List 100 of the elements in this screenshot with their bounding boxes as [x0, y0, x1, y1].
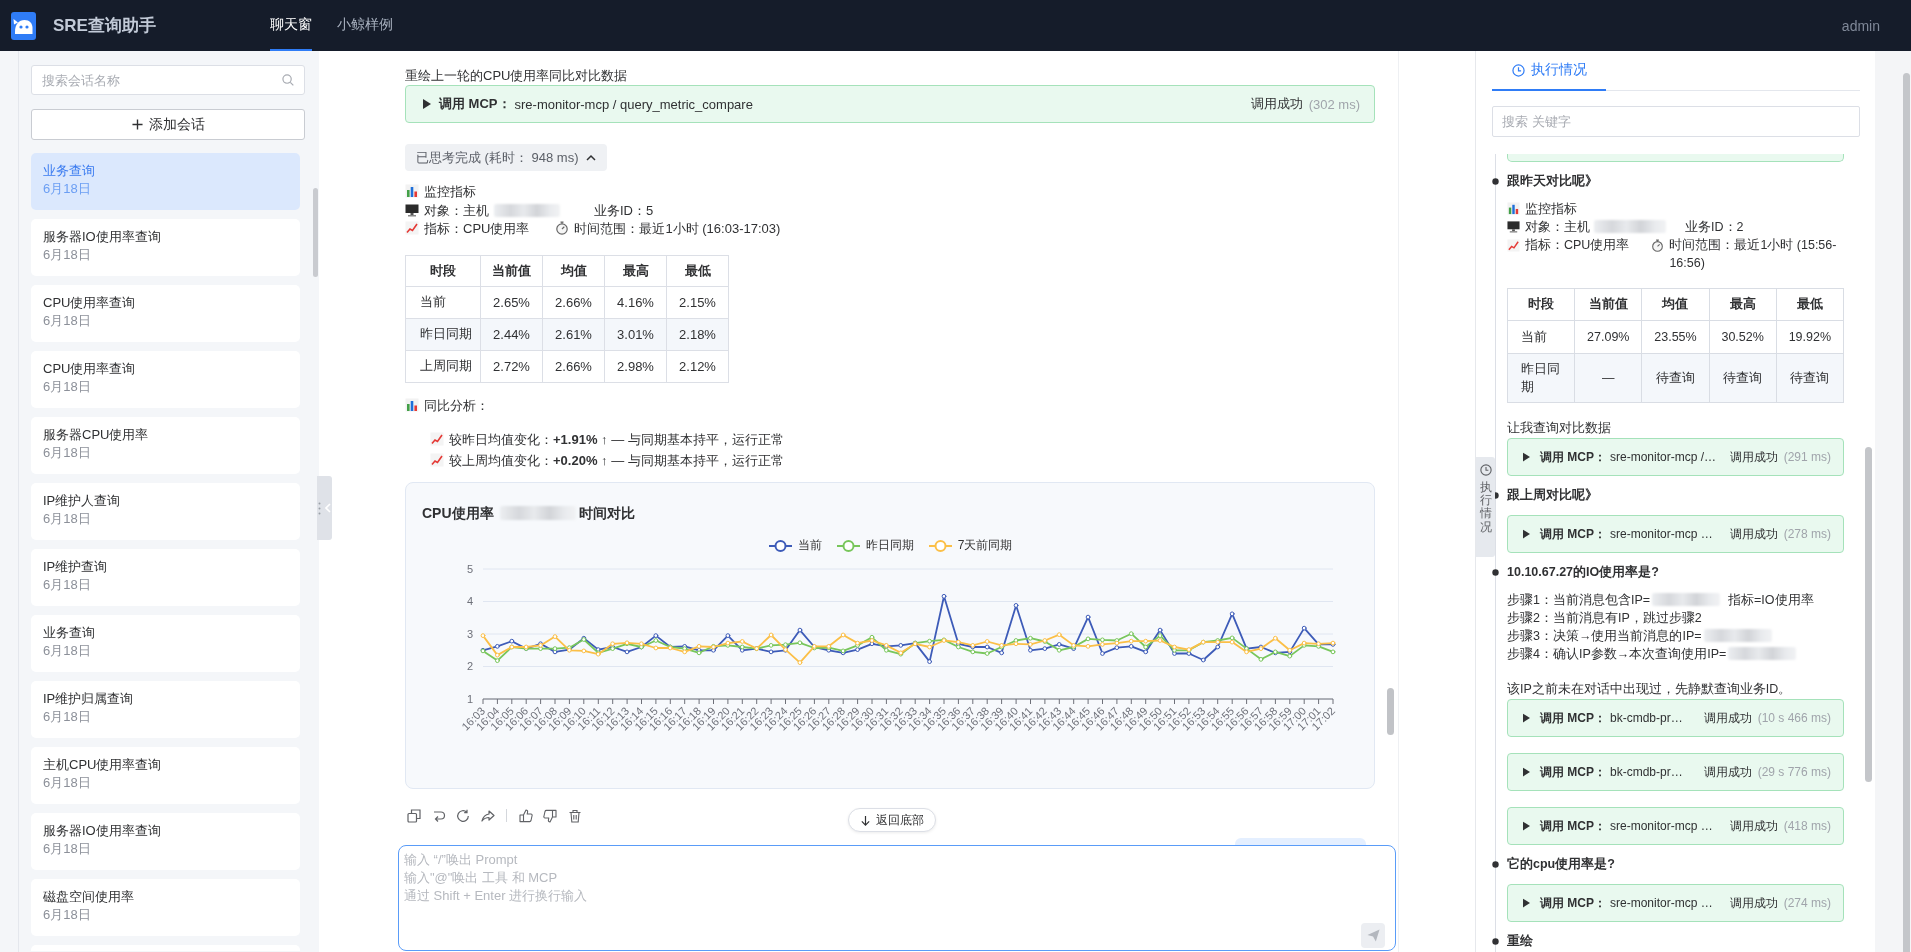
arrow-down-icon — [860, 814, 871, 826]
table-header-cell: 时段 — [405, 255, 481, 286]
bar-chart-icon — [405, 397, 419, 412]
table-cell: 2.66% — [542, 286, 605, 318]
plus-icon — [131, 119, 143, 130]
analysis-text: 较昨日均值变化：+1.91% ↑ — 与同期基本持平，运行正常 — [449, 431, 784, 447]
search-field[interactable]: 搜索会话名称 — [42, 70, 276, 90]
call-status: 调用成功 — [1728, 817, 1778, 835]
user-name[interactable]: admin — [1841, 17, 1880, 34]
line-chart-icon — [405, 221, 419, 235]
session-item[interactable]: 服务器IO使用率查询 6月18日 — [31, 813, 300, 870]
scrollbar-thumb[interactable] — [1387, 688, 1394, 735]
session-item[interactable]: 服务器CPU使用率 6月18日 — [31, 417, 300, 474]
thumbs-up-icon[interactable] — [518, 808, 533, 823]
nav-tab[interactable]: 小鲸样例 — [337, 0, 393, 51]
session-date: 6月18日 — [43, 246, 91, 264]
table-cell: 2.12% — [666, 350, 729, 382]
mcp-call-card[interactable]: 调用 MCP： sre-monitor-mcp … 调用成功 (278 ms) — [1507, 515, 1844, 553]
session-item[interactable]: 主机CPU使用率查询 6月18日 — [31, 747, 300, 804]
table-cell: 待查询 — [1709, 353, 1777, 403]
mcp-label: 调用 MCP： — [1540, 709, 1606, 727]
mcp-call-card[interactable] — [1507, 154, 1844, 162]
search-icon[interactable] — [282, 74, 294, 86]
search-field[interactable]: 搜索 关键字 — [1492, 106, 1860, 137]
call-duration: (302 ms) — [1308, 96, 1360, 112]
share-icon[interactable] — [480, 808, 495, 823]
session-item[interactable]: IP维护查询 6月18日 — [31, 549, 300, 606]
mcp-target: sre-monitor-mcp … — [1610, 896, 1713, 910]
call-status: 调用成功 — [1702, 709, 1752, 727]
y-axis-label: 5 — [466, 562, 473, 575]
mcp-call-card[interactable]: 调用 MCP： sre-monitor-mcp / query_metric_compare 调用成功 (302 ms) — [405, 85, 1375, 123]
mcp-target: bk-cmdb-pr… — [1610, 711, 1683, 725]
y-axis-label: 2 — [466, 659, 473, 672]
call-status: 调用成功 — [1728, 525, 1778, 543]
stopwatch-icon — [555, 221, 570, 235]
mcp-target: sre-monitor-mcp … — [1610, 819, 1713, 833]
table-cell: 上周同期 — [405, 350, 481, 382]
session-date: 6月18日 — [43, 510, 91, 528]
step-text: 步骤3：决策→使用当前消息的IP= — [1507, 629, 1702, 643]
bar-chart-icon — [1507, 202, 1520, 215]
timeline-dot-icon — [1492, 568, 1499, 576]
session-title: 服务器IO使用率查询 — [43, 822, 161, 839]
session-item[interactable]: CPU使用率查询 6月18日 — [31, 285, 300, 342]
scrollbar-thumb[interactable] — [1865, 447, 1872, 782]
session-item[interactable]: 服务器IO使用率查询 6月18日 — [31, 219, 300, 276]
scrollbar-thumb[interactable] — [313, 188, 318, 277]
metric-name: 指标：CPU使用率 — [1525, 237, 1630, 254]
mcp-call-card[interactable]: 调用 MCP： sre-monitor-mcp … 调用成功 (274 ms) — [1507, 884, 1844, 922]
monitor-icon — [405, 202, 419, 217]
scrollbar-thumb[interactable] — [1903, 73, 1910, 952]
refresh-icon[interactable] — [456, 808, 470, 823]
call-status: 调用成功 — [1702, 763, 1752, 781]
table-header-cell: 当前值 — [480, 255, 543, 286]
timeline-title: 重绘 — [1507, 933, 1533, 950]
table-cell: 23.55% — [1641, 320, 1710, 354]
step-text: 指标=IO使用率 — [1728, 593, 1814, 607]
table-cell: 30.52% — [1709, 320, 1777, 354]
session-title: CPU使用率查询 — [43, 360, 136, 377]
redo-icon[interactable] — [431, 808, 446, 823]
thumbs-down-icon[interactable] — [543, 808, 557, 823]
panel-tab[interactable]: 执行情况 — [1492, 51, 1606, 91]
collapse-button[interactable] — [317, 476, 332, 540]
table-header-cell: 时段 — [1507, 288, 1575, 321]
table-cell: 2.65% — [480, 286, 543, 318]
table-cell: 3.01% — [604, 318, 667, 350]
clock-icon — [1511, 63, 1525, 77]
session-date: 6月18日 — [43, 576, 91, 594]
session-item[interactable]: IP维护人查询 6月18日 — [31, 483, 300, 540]
step-text: 步骤4：确认IP参数→本次查询使用IP= — [1507, 647, 1727, 661]
session-item[interactable]: CPU使用率查询 6月18日 — [31, 351, 300, 408]
table-cell: 当前 — [405, 286, 481, 318]
mcp-call-card[interactable]: 调用 MCP： bk-cmdb-pr… 调用成功 (10 s 466 ms) — [1507, 699, 1844, 737]
copy-icon[interactable] — [407, 808, 421, 823]
mcp-label: 调用 MCP： — [1540, 817, 1606, 835]
session-title: CPU使用率查询 — [43, 294, 136, 311]
call-status: 调用成功 — [1249, 95, 1303, 113]
trash-icon[interactable] — [567, 808, 582, 823]
thinking-toggle[interactable]: 已思考完成 (耗时： 948 ms) — [405, 144, 607, 171]
table-cell: 2.61% — [542, 318, 605, 350]
session-item[interactable]: IP维护归属查询 6月18日 — [31, 681, 300, 738]
table-header-cell: 当前值 — [1574, 288, 1642, 321]
side-tab[interactable]: 执行情况 — [1476, 457, 1495, 557]
mcp-target: sre-monitor-mcp / query_metric_compare — [514, 96, 753, 112]
stopwatch-icon — [1651, 238, 1665, 252]
line-chart-icon — [1507, 238, 1520, 252]
monitor-icon — [1507, 220, 1520, 233]
mcp-call-card[interactable]: 调用 MCP： bk-cmdb-pr… 调用成功 (29 s 776 ms) — [1507, 753, 1844, 791]
add-session-button[interactable]: 添加会话 — [31, 109, 305, 140]
mcp-call-card[interactable]: 调用 MCP： sre-monitor-mcp … 调用成功 (418 ms) — [1507, 807, 1844, 845]
send-button[interactable] — [1361, 923, 1385, 948]
timeline-dot-icon — [1492, 860, 1499, 868]
session-title: IP维护人查询 — [43, 492, 121, 509]
search-box[interactable]: 搜索会话名称 — [31, 65, 305, 95]
table-header-cell: 最高 — [604, 255, 667, 286]
session-item[interactable]: 磁盘空间使用率 6月18日 — [31, 879, 300, 936]
back-to-bottom-button[interactable]: 返回底部 — [848, 808, 936, 832]
mcp-call-card[interactable]: 调用 MCP： sre-monitor-mcp /… 调用成功 (291 ms) — [1507, 438, 1844, 476]
session-item[interactable]: 业务查询 6月18日 — [31, 615, 300, 672]
step-text: 步骤1：当前消息包含IP= — [1507, 593, 1651, 607]
mcp-target: bk-cmdb-pr… — [1610, 765, 1683, 779]
